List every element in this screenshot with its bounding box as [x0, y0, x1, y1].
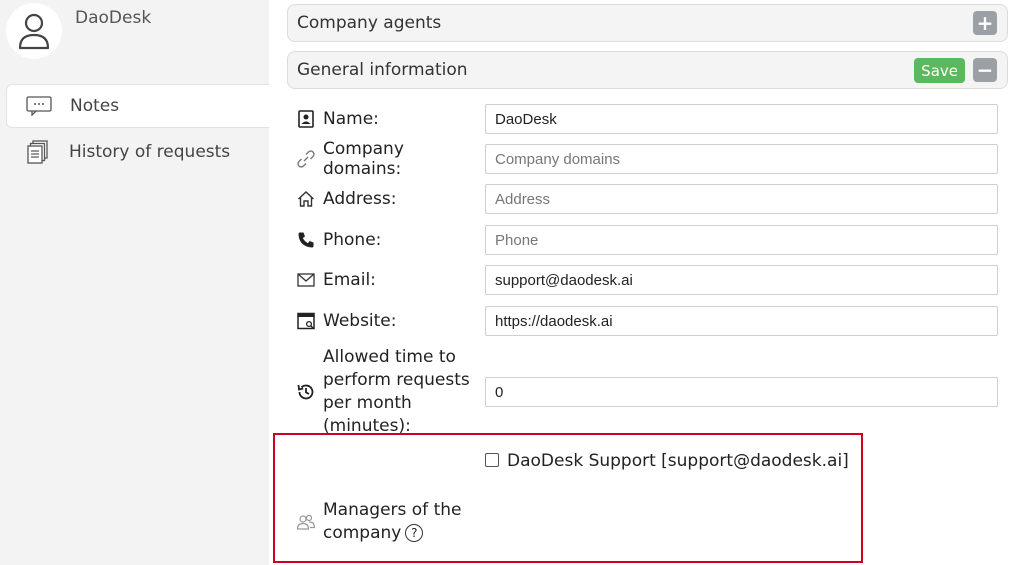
domains-input[interactable]	[485, 144, 998, 174]
manager-option[interactable]: DaoDesk Support [support@daodesk.ai]	[485, 451, 849, 471]
managers-row: Managers of the company?	[295, 498, 1008, 546]
address-row: Address:	[295, 184, 1008, 214]
phone-icon	[295, 229, 317, 251]
expand-button[interactable]: +	[973, 11, 997, 35]
name-input[interactable]	[485, 104, 998, 134]
company-agents-panel-header[interactable]: Company agents +	[287, 4, 1008, 42]
general-information-panel-header[interactable]: General information Save −	[287, 51, 1008, 89]
allowed-time-row: Allowed time to perform requests per mon…	[295, 347, 1008, 437]
manager-option-label: DaoDesk Support [support@daodesk.ai]	[507, 451, 849, 471]
app-root: DaoDesk Notes History of requests Compan…	[0, 0, 1017, 565]
website-row: Website:	[295, 306, 1008, 336]
email-row: Email:	[295, 265, 1008, 295]
browser-window-icon	[295, 310, 317, 332]
email-label: Email:	[323, 270, 376, 290]
save-button[interactable]: Save	[914, 58, 965, 83]
managers-label: Managers of the company	[323, 500, 462, 543]
home-icon	[295, 188, 317, 210]
phone-row: Phone:	[295, 225, 1008, 255]
allowed-time-label: Allowed time to perform requests per mon…	[323, 347, 470, 436]
name-label: Name:	[323, 109, 379, 129]
company-name: DaoDesk	[75, 8, 152, 28]
website-input[interactable]	[485, 306, 998, 336]
allowed-time-input[interactable]	[485, 377, 998, 407]
panel-title: Company agents	[297, 13, 442, 33]
domains-row: Company domains:	[295, 139, 1008, 179]
sidebar-item-notes[interactable]: Notes	[6, 84, 269, 128]
envelope-icon	[295, 269, 317, 291]
name-row: Name:	[295, 104, 1008, 134]
sidebar-item-history[interactable]: History of requests	[6, 130, 269, 174]
user-icon	[18, 13, 50, 50]
website-label: Website:	[323, 311, 397, 331]
history-icon	[295, 381, 317, 403]
panel-title: General information	[297, 60, 468, 80]
phone-label: Phone:	[323, 230, 382, 250]
help-icon[interactable]: ?	[405, 524, 424, 542]
collapse-button[interactable]: −	[973, 58, 997, 82]
sidebar-item-label: History of requests	[69, 142, 231, 162]
email-input[interactable]	[485, 265, 998, 295]
sidebar-item-label: Notes	[70, 96, 120, 116]
contact-card-icon	[295, 108, 317, 130]
link-icon	[295, 148, 317, 170]
managers-label-wrap: Managers of the company?	[323, 499, 473, 545]
chat-bubble-icon	[25, 94, 53, 118]
users-icon	[295, 511, 317, 533]
address-label: Address:	[323, 189, 397, 209]
phone-input[interactable]	[485, 225, 998, 255]
address-input[interactable]	[485, 184, 998, 214]
manager-checkbox[interactable]	[485, 453, 499, 467]
avatar	[6, 3, 62, 59]
domains-label: Company domains:	[323, 139, 404, 179]
documents-icon	[24, 140, 52, 164]
sidebar: DaoDesk Notes History of requests	[0, 0, 269, 565]
